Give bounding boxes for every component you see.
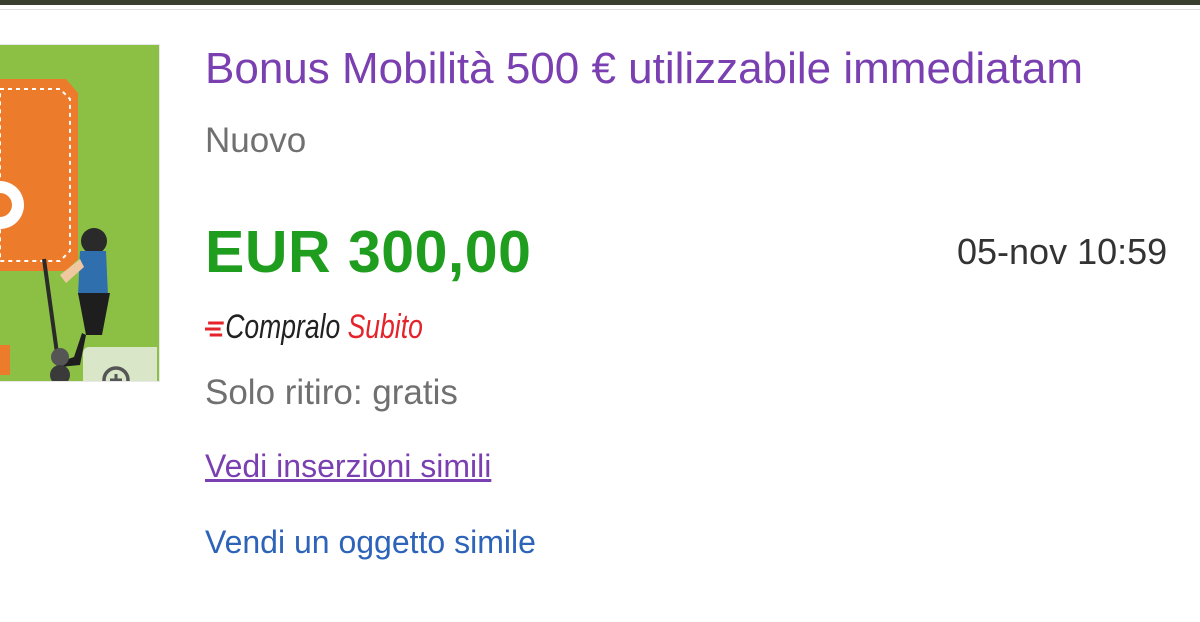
similar-listings-link[interactable]: Vedi inserzioni simili <box>205 446 491 486</box>
buy-it-now-word1: Compralo <box>225 308 341 346</box>
zoom-in-icon <box>102 366 130 381</box>
speed-lines-icon <box>205 321 224 337</box>
thumbnail-image <box>0 45 159 381</box>
buy-it-now-word2: Subito <box>347 308 423 346</box>
sell-similar-link[interactable]: Vendi un oggetto simile <box>205 522 536 562</box>
shipping-info: Solo ritiro: gratis <box>205 373 458 412</box>
listing-end-time: 05-nov 10:59 <box>957 231 1168 272</box>
item-condition: Nuovo <box>205 121 307 160</box>
listing-title-link[interactable]: Bonus Mobilità 500 € utilizzabile immedi… <box>205 44 1083 94</box>
divider-line <box>0 9 1200 10</box>
buy-it-now-badge: Compralo Subito <box>205 302 423 352</box>
top-border-bar <box>0 0 1200 5</box>
zoom-button[interactable] <box>83 347 157 381</box>
item-price: EUR 300,00 <box>205 219 532 285</box>
listing-thumbnail[interactable] <box>0 44 160 382</box>
